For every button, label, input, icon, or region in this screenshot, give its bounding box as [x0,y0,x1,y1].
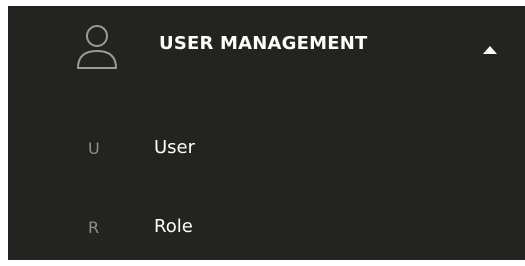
menu-item-label: User [154,137,196,158]
user-management-section-header[interactable]: USER MANAGEMENT [8,6,525,90]
chevron-up-icon[interactable] [482,40,498,54]
menu-item-role[interactable]: R Role [8,201,525,257]
section-title: USER MANAGEMENT [159,33,368,54]
menu-item-label: Role [154,216,193,237]
menu-item-letter: U [88,139,100,158]
sidebar-panel: USER MANAGEMENT U User R Role [8,6,525,260]
menu-item-letter: R [88,218,100,237]
user-icon [74,24,120,72]
menu-item-user[interactable]: U User [8,122,525,178]
